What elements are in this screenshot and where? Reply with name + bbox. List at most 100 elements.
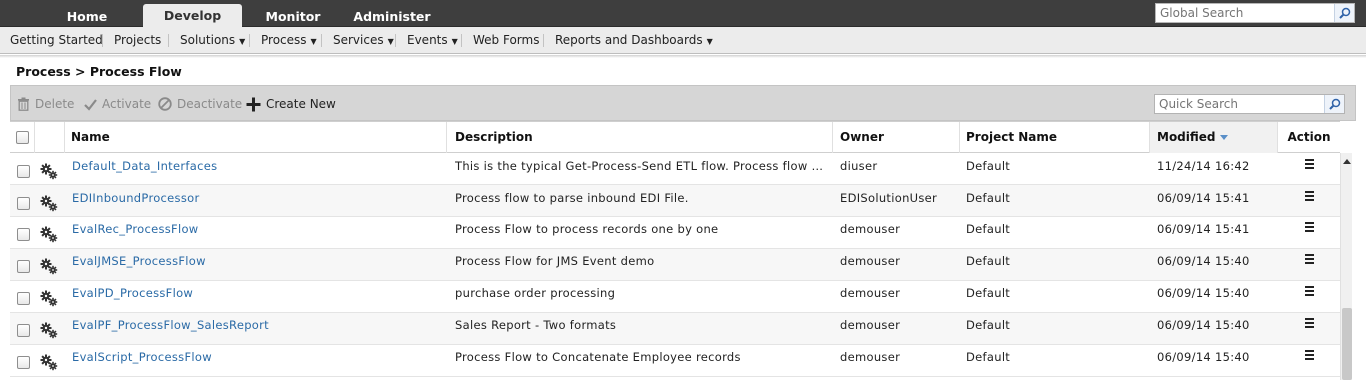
owner-cell: demouser	[840, 286, 901, 300]
scroll-thumb[interactable]	[1342, 308, 1352, 380]
subnav-process[interactable]: Process ▼	[261, 27, 317, 54]
action-menu-icon[interactable]	[1305, 159, 1314, 171]
modified-cell: 11/24/14 16:42	[1157, 159, 1250, 173]
modified-cell: 06/09/14 15:40	[1157, 318, 1250, 332]
action-menu-icon[interactable]	[1305, 254, 1314, 266]
process-flow-name-link[interactable]: EvalJMSE_ProcessFlow	[72, 254, 432, 268]
description-cell: purchase order processing	[455, 286, 616, 300]
column-header-description[interactable]: Description	[447, 122, 833, 153]
table-row[interactable]: EvalJMSE_ProcessFlow Process Flow for JMS…	[10, 249, 1340, 281]
subnav-label: Reports and Dashboards	[555, 33, 703, 47]
modified-cell: 06/09/14 15:41	[1157, 222, 1250, 236]
process-flow-name-link[interactable]: Default_Data_Interfaces	[72, 159, 432, 173]
subnav-services[interactable]: Services ▼	[333, 27, 394, 54]
sub-nav-bar: Getting Started Projects Solutions ▼ Proc…	[0, 27, 1366, 54]
top-nav-bar: Home Develop Monitor Administer	[0, 0, 1366, 27]
tab-administer[interactable]: Administer	[350, 5, 434, 27]
chevron-down-icon: ▼	[451, 37, 458, 46]
table-row[interactable]: EvalPF_ProcessFlow_SalesReport Sales Repo…	[10, 313, 1340, 345]
action-menu-icon[interactable]	[1305, 286, 1314, 298]
quick-search-button[interactable]	[1324, 95, 1344, 113]
owner-cell: EDISolutionUser	[840, 191, 938, 205]
create-new-button[interactable]: Create New	[246, 95, 336, 113]
action-menu-icon[interactable]	[1305, 350, 1314, 362]
plus-icon	[246, 97, 261, 111]
activate-button[interactable]: Activate	[84, 95, 151, 113]
column-header-name[interactable]: Name	[65, 122, 447, 153]
subnav-divider	[395, 34, 396, 47]
modified-cell: 06/09/14 15:41	[1157, 191, 1250, 205]
owner-cell: demouser	[840, 350, 901, 364]
description-cell: Process Flow to process records one by o…	[455, 222, 719, 236]
project-cell: Default	[966, 286, 1011, 300]
gears-icon	[40, 162, 58, 183]
subnav-getting-started[interactable]: Getting Started	[10, 27, 103, 54]
table-scrollbar[interactable]	[1340, 153, 1352, 380]
subnav-solutions[interactable]: Solutions ▼	[180, 27, 245, 54]
project-cell: Default	[966, 254, 1011, 268]
select-all-checkbox[interactable]	[16, 131, 29, 144]
activate-label: Activate	[102, 97, 152, 111]
subnav-label: Solutions	[180, 33, 236, 47]
row-checkbox[interactable]	[17, 228, 30, 241]
subnav-label: Events	[407, 33, 448, 47]
sort-descending-icon	[1219, 135, 1228, 140]
process-flow-name-link[interactable]: EvalRec_ProcessFlow	[72, 222, 432, 236]
process-flow-name-link[interactable]: EDIInboundProcessor	[72, 191, 432, 205]
process-flow-name-link[interactable]: EvalPD_ProcessFlow	[72, 286, 432, 300]
subnav-divider	[321, 34, 322, 47]
process-flow-name-link[interactable]: EvalPF_ProcessFlow_SalesReport	[72, 318, 432, 332]
subnav-projects[interactable]: Projects	[114, 27, 161, 54]
delete-button[interactable]: Delete	[17, 95, 74, 113]
tab-home[interactable]: Home	[54, 5, 120, 27]
table-row[interactable]: EvalScript_ProcessFlow Process Flow to Co…	[10, 345, 1340, 377]
subnav-label: Web Forms	[473, 33, 540, 47]
quick-search-input[interactable]	[1155, 95, 1324, 113]
column-header-modified[interactable]: Modified	[1150, 122, 1278, 153]
search-icon	[1338, 7, 1350, 19]
column-header-action: Action	[1287, 130, 1331, 144]
row-checkbox[interactable]	[17, 324, 30, 337]
header-select-cell	[10, 122, 35, 153]
row-checkbox[interactable]	[17, 356, 30, 369]
breadcrumb: Process > Process Flow	[16, 64, 182, 79]
subnav-label: Getting Started	[10, 33, 103, 47]
description-cell: Process Flow to Concatenate Employee rec…	[455, 350, 741, 364]
chevron-down-icon: ▼	[706, 37, 713, 46]
owner-cell: diuser	[840, 159, 878, 173]
row-checkbox[interactable]	[17, 165, 30, 178]
nav-shadow	[0, 55, 1366, 58]
action-menu-icon[interactable]	[1305, 222, 1314, 234]
tab-monitor[interactable]: Monitor	[258, 5, 328, 27]
action-menu-icon[interactable]	[1305, 191, 1314, 203]
description-cell: Process flow to parse inbound EDI File.	[455, 191, 689, 205]
chevron-down-icon: ▼	[310, 37, 317, 46]
process-flow-table: Default_Data_Interfaces This is the typic…	[10, 153, 1340, 380]
tab-develop[interactable]: Develop	[143, 4, 242, 27]
column-header-project[interactable]: Project Name	[960, 122, 1150, 153]
row-checkbox[interactable]	[17, 292, 30, 305]
scroll-up-arrow-icon[interactable]	[1343, 159, 1351, 164]
deactivate-button[interactable]: Deactivate	[158, 95, 242, 113]
modified-cell: 06/09/14 15:40	[1157, 350, 1250, 364]
global-search-box	[1155, 3, 1355, 23]
table-row[interactable]: EvalPD_ProcessFlow purchase order process…	[10, 281, 1340, 313]
subnav-divider	[102, 34, 103, 47]
description-cell: Process Flow for JMS Event demo	[455, 254, 655, 268]
subnav-web-forms[interactable]: Web Forms	[473, 27, 539, 54]
global-search-button[interactable]	[1334, 4, 1354, 22]
table-row[interactable]: EvalRec_ProcessFlow Process Flow to proce…	[10, 217, 1340, 249]
owner-cell: demouser	[840, 254, 901, 268]
row-checkbox[interactable]	[17, 260, 30, 273]
table-row[interactable]: EDIInboundProcessor Process flow to parse…	[10, 185, 1340, 217]
process-flow-name-link[interactable]: EvalScript_ProcessFlow	[72, 350, 432, 364]
table-row[interactable]: Default_Data_Interfaces This is the typic…	[10, 153, 1340, 185]
global-search-input[interactable]	[1156, 4, 1334, 22]
column-header-owner[interactable]: Owner	[833, 122, 960, 153]
gears-icon	[40, 353, 58, 374]
subnav-reports[interactable]: Reports and Dashboards ▼	[555, 27, 713, 54]
modified-header-label: Modified	[1157, 130, 1216, 144]
row-checkbox[interactable]	[17, 197, 30, 210]
action-menu-icon[interactable]	[1305, 318, 1314, 330]
subnav-events[interactable]: Events ▼	[407, 27, 458, 54]
